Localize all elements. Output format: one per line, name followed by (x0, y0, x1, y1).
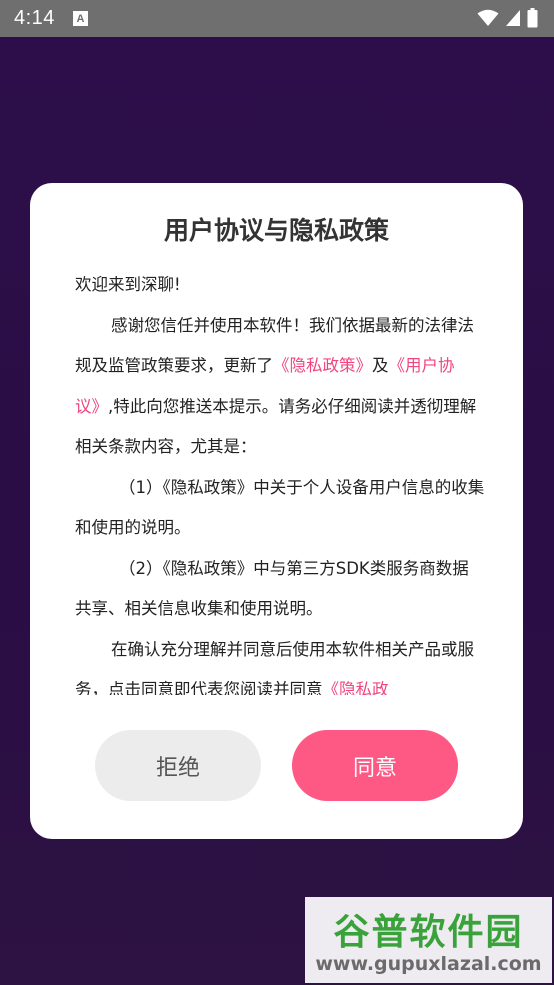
status-time: 4:14 (14, 7, 55, 29)
wifi-icon (477, 9, 499, 26)
consent-paragraph: 在确认充分理解并同意后使用本软件相关产品或服务，点击同意即代表您阅读并同意《隐私… (75, 630, 485, 696)
notification-a-icon: A (72, 11, 88, 26)
intro-text-b: 及 (372, 356, 389, 375)
intro-paragraph: 感谢您信任并使用本软件！我们依据最新的法律法规及监管政策要求，更新了《隐私政策》… (75, 306, 485, 468)
watermark-logo: 谷普软件园 www.gupuxlazal.com (305, 897, 552, 983)
refuse-button[interactable]: 拒绝 (95, 730, 261, 801)
watermark-title: 谷普软件园 (333, 912, 524, 953)
status-bar: 4:14 A (0, 0, 554, 37)
agree-button[interactable]: 同意 (292, 730, 458, 801)
watermark-url: www.gupuxlazal.com (315, 953, 542, 975)
status-icons (477, 8, 538, 28)
privacy-dialog: 用户协议与隐私政策 欢迎来到深聊! 感谢您信任并使用本软件！我们依据最新的法律法… (30, 183, 523, 839)
consent-text: 在确认充分理解并同意后使用本软件相关产品或服务，点击同意即代表您阅读并同意 (75, 639, 474, 696)
item-1-text: （1）《隐私政策》中关于个人设备用户信息的收集和使用的说明。 (75, 477, 485, 538)
privacy-policy-link[interactable]: 《隐私政策》 (273, 356, 372, 375)
battery-icon (527, 8, 538, 28)
dialog-title: 用户协议与隐私政策 (163, 216, 389, 245)
intro-text-c: ,特此向您推送本提示。请务必仔细阅读并透彻理解相关条款内容，尤其是： (75, 396, 477, 457)
dialog-body-scroll[interactable]: 欢迎来到深聊! 感谢您信任并使用本软件！我们依据最新的法律法规及监管政策要求，更… (75, 265, 485, 695)
cell-signal-icon (506, 10, 520, 26)
greeting-text: 欢迎来到深聊! (75, 275, 181, 294)
privacy-policy-link-2[interactable]: 《隐私政 (323, 680, 389, 695)
item-2-text: （2）《隐私政策》中与第三方SDK类服务商数据共享、相关信息收集和使用说明。 (75, 558, 469, 619)
